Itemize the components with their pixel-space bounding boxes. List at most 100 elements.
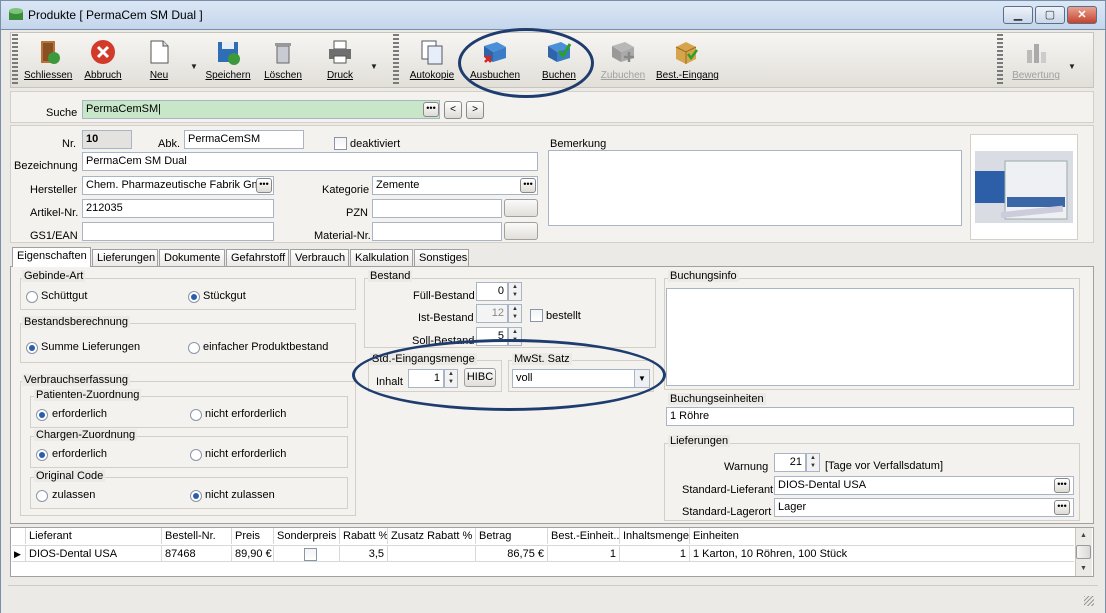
minimize-button[interactable]: ▁ [1003, 6, 1033, 24]
bewertung-button[interactable]: Bewertung [1010, 34, 1062, 86]
resize-grip[interactable] [1084, 596, 1094, 606]
save-button[interactable]: Speichern [204, 34, 252, 86]
close-window-button[interactable]: Schliessen [24, 34, 72, 86]
search-lookup-button[interactable]: ••• [423, 102, 439, 117]
deaktiviert-checkbox[interactable] [334, 137, 347, 150]
bewertung-dropdown-arrow[interactable]: ▼ [1068, 62, 1076, 71]
tab-kalkulation[interactable]: Kalkulation [350, 249, 413, 266]
nicht-zulassen-radio[interactable] [190, 490, 202, 502]
gs1-field[interactable] [82, 222, 274, 241]
new-dropdown-arrow[interactable]: ▼ [190, 62, 198, 71]
toolbar-grip-2[interactable] [393, 34, 399, 86]
zulassen-radio[interactable] [36, 490, 48, 502]
col-einheiten[interactable]: Einheiten [690, 528, 1074, 544]
kategorie-field[interactable]: Zemente [372, 176, 538, 195]
cell-inhaltsmenge[interactable]: 1 [620, 545, 690, 562]
lieferant-lookup-button[interactable]: ••• [1054, 478, 1070, 493]
cell-einheiten[interactable]: 1 Karton, 10 Röhren, 100 Stück [690, 545, 1074, 562]
delete-button[interactable]: Löschen [262, 34, 304, 86]
tab-sonstiges[interactable]: Sonstiges [414, 249, 469, 266]
kategorie-lookup-button[interactable]: ••• [520, 178, 536, 193]
autocopy-button[interactable]: Autokopie [408, 34, 456, 86]
pzn-field[interactable] [372, 199, 502, 218]
gs1-label: GS1/EAN [30, 230, 78, 242]
cell-zusatz-rabatt[interactable] [388, 545, 476, 562]
stueckgut-radio[interactable] [188, 291, 200, 303]
search-input[interactable]: PermaCemSM| [82, 100, 440, 119]
warnung-field[interactable]: 21 [774, 453, 806, 472]
cell-betrag[interactable]: 86,75 € [476, 545, 548, 562]
search-prev-button[interactable]: < [444, 101, 462, 119]
material-button[interactable] [504, 222, 538, 240]
print-dropdown-arrow[interactable]: ▼ [370, 62, 378, 71]
tab-gefahrstoff[interactable]: Gefahrstoff [226, 249, 289, 266]
material-field[interactable] [372, 222, 502, 241]
lagerort-lookup-button[interactable]: ••• [1054, 500, 1070, 515]
einfacher-label: einfacher Produktbestand [203, 341, 329, 353]
scroll-thumb[interactable] [1076, 545, 1091, 559]
col-sonderpreis[interactable]: Sonderpreis [274, 528, 340, 544]
close-button[interactable]: ✕ [1067, 6, 1097, 24]
col-inhaltsmenge[interactable]: Inhaltsmenge [620, 528, 690, 544]
warnung-label: Warnung [724, 461, 769, 473]
chargen-erforderlich-radio[interactable] [36, 449, 48, 461]
col-rabatt[interactable]: Rabatt % [340, 528, 388, 544]
zulassen-label: zulassen [52, 489, 96, 501]
chargen-erforderlich-label: erforderlich [52, 448, 108, 460]
col-zusatz-rabatt[interactable]: Zusatz Rabatt % [388, 528, 476, 544]
col-best-einheit[interactable]: Best.-Einheit... [548, 528, 620, 544]
cell-rabatt[interactable]: 3,5 [340, 545, 388, 562]
cell-sonderpreis[interactable] [274, 545, 340, 562]
col-lieferant[interactable]: Lieferant [26, 528, 162, 544]
bestellt-checkbox[interactable] [530, 309, 543, 322]
fuell-field[interactable]: 0 [476, 282, 508, 301]
new-button[interactable]: Neu [138, 34, 180, 86]
sonderpreis-checkbox[interactable] [304, 548, 317, 561]
cell-bestell-nr[interactable]: 87468 [162, 545, 232, 562]
warnung-spinner[interactable]: ▲ ▼ [806, 453, 820, 472]
col-betrag[interactable]: Betrag [476, 528, 548, 544]
tab-lieferungen[interactable]: Lieferungen [92, 249, 158, 266]
save-disk-icon [218, 42, 240, 65]
scroll-down-arrow[interactable]: ▼ [1076, 562, 1091, 575]
bezeichnung-field[interactable]: PermaCem SM Dual [82, 152, 538, 171]
tab-verbrauch[interactable]: Verbrauch [290, 249, 349, 266]
schuettgut-radio[interactable] [26, 291, 38, 303]
pzn-button[interactable] [504, 199, 538, 217]
standard-lieferant-field[interactable]: DIOS-Dental USA [774, 476, 1074, 495]
hersteller-lookup-button[interactable]: ••• [256, 178, 272, 193]
search-next-button[interactable]: > [466, 101, 484, 119]
summe-radio[interactable] [26, 342, 38, 354]
cancel-button[interactable]: Abbruch [80, 34, 126, 86]
warnung-suffix: [Tage vor Verfallsdatum] [825, 460, 944, 472]
toolbar-grip-3[interactable] [997, 34, 1003, 86]
standard-lagerort-field[interactable]: Lager [774, 498, 1074, 517]
col-bestell-nr[interactable]: Bestell-Nr. [162, 528, 232, 544]
bestandsberechnung-title: Bestandsberechnung [22, 316, 130, 328]
app-icon [9, 8, 23, 20]
hersteller-field[interactable]: Chem. Pharmazeutische Fabrik Gmb [82, 176, 274, 195]
patienten-nicht-erforderlich-radio[interactable] [190, 409, 202, 421]
patienten-erforderlich-radio[interactable] [36, 409, 48, 421]
print-button[interactable]: Druck [320, 34, 360, 86]
artikel-field[interactable]: 212035 [82, 199, 274, 218]
maximize-button[interactable]: ▢ [1035, 6, 1065, 24]
cell-best-einheit[interactable]: 1 [548, 545, 620, 562]
close-window-label: Schliessen [24, 70, 73, 81]
toolbar-grip[interactable] [12, 34, 18, 86]
chargen-nicht-erforderlich-radio[interactable] [190, 449, 202, 461]
buchungseinheiten-field[interactable]: 1 Röhre [666, 407, 1074, 426]
fuell-spinner[interactable]: ▲ ▼ [508, 282, 522, 301]
cell-lieferant[interactable]: DIOS-Dental USA [26, 545, 162, 562]
cell-preis[interactable]: 89,90 € [232, 545, 274, 562]
buchungsinfo-field[interactable] [666, 288, 1074, 386]
col-preis[interactable]: Preis [232, 528, 274, 544]
zubuchen-button[interactable]: Zubuchen [600, 34, 646, 86]
best-eingang-button[interactable]: Best.-Eingang [656, 34, 719, 86]
tab-eigenschaften[interactable]: Eigenschaften [12, 247, 91, 267]
bemerkung-field[interactable] [548, 150, 962, 226]
scroll-up-arrow[interactable]: ▲ [1076, 529, 1091, 542]
einfacher-radio[interactable] [188, 342, 200, 354]
abk-field[interactable]: PermaCemSM [184, 130, 304, 149]
tab-dokumente[interactable]: Dokumente [159, 249, 225, 266]
